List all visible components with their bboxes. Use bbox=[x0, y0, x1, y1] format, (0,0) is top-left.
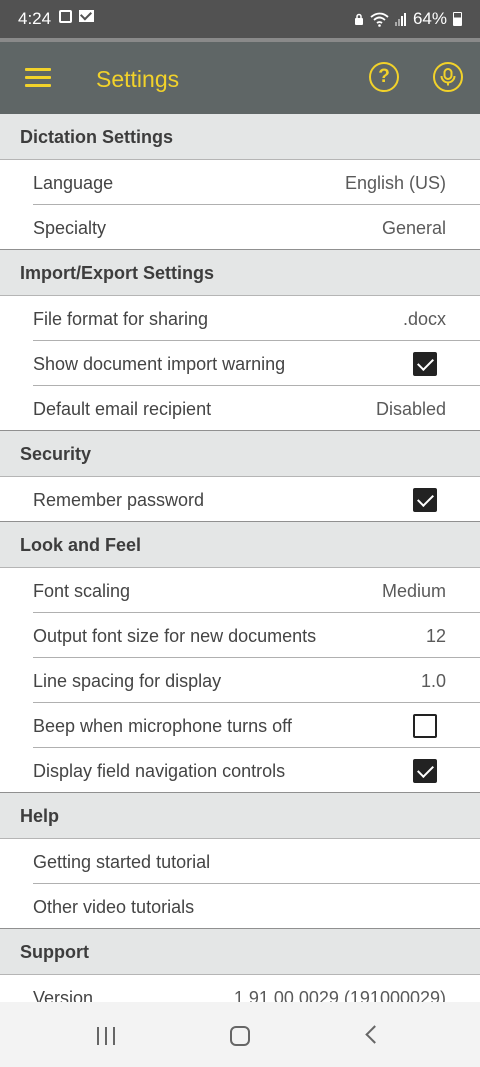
settings-row[interactable]: Other video tutorials bbox=[0, 884, 480, 929]
settings-row[interactable]: Output font size for new documents 12 bbox=[0, 613, 480, 658]
system-icons: 64% bbox=[354, 9, 462, 29]
section-header: Look and Feel bbox=[0, 522, 480, 568]
signal-icon bbox=[394, 13, 406, 26]
section-header: Support bbox=[0, 929, 480, 975]
settings-row[interactable]: Specialty General bbox=[0, 205, 480, 250]
divider bbox=[0, 430, 480, 431]
section-header: Help bbox=[0, 793, 480, 839]
settings-row-label: Language bbox=[33, 173, 114, 193]
settings-row-label: File format for sharing bbox=[33, 309, 209, 329]
settings-row-label: Font scaling bbox=[33, 581, 131, 601]
settings-row-label: Getting started tutorial bbox=[33, 852, 211, 872]
settings-row-value: General bbox=[381, 218, 446, 238]
settings-row-value: English (US) bbox=[344, 173, 446, 193]
settings-row-value: Disabled bbox=[375, 399, 446, 419]
settings-row-label: Remember password bbox=[33, 490, 205, 510]
settings-checkbox[interactable] bbox=[413, 759, 437, 783]
status-time: 4:24 bbox=[18, 9, 52, 28]
settings-row[interactable]: Line spacing for display 1.0 bbox=[0, 658, 480, 703]
wifi-icon bbox=[370, 12, 389, 27]
help-icon[interactable]: ? bbox=[369, 62, 399, 92]
settings-row-label: Line spacing for display bbox=[33, 671, 222, 691]
settings-row-label: Output font size for new documents bbox=[33, 626, 317, 646]
navigation-bar bbox=[0, 1002, 480, 1067]
lock-icon bbox=[354, 13, 363, 25]
app-bar: Settings ? bbox=[0, 38, 480, 114]
menu-icon[interactable] bbox=[25, 68, 51, 88]
settings-row[interactable]: Default email recipient Disabled bbox=[0, 386, 480, 431]
divider bbox=[0, 521, 480, 522]
settings-row-label: Show document import warning bbox=[33, 354, 286, 374]
settings-row[interactable]: Font scaling Medium bbox=[0, 568, 480, 613]
image-icon bbox=[59, 10, 72, 23]
settings-row-value: 1.0 bbox=[420, 671, 446, 691]
battery-percentage: 64% bbox=[412, 9, 447, 28]
settings-row-value: 12 bbox=[425, 626, 446, 646]
settings-checkbox[interactable] bbox=[413, 714, 437, 738]
settings-row[interactable]: Beep when microphone turns off bbox=[0, 703, 480, 748]
settings-row-label: Specialty bbox=[33, 218, 107, 238]
settings-row[interactable]: Language English (US) bbox=[0, 160, 480, 205]
settings-row-label: Display field navigation controls bbox=[33, 761, 286, 781]
status-bar: 4:24 64% bbox=[0, 0, 480, 38]
settings-checkbox[interactable] bbox=[413, 488, 437, 512]
settings-row[interactable]: File format for sharing .docx bbox=[0, 296, 480, 341]
microphone-icon[interactable] bbox=[433, 62, 463, 92]
mail-icon bbox=[79, 10, 94, 22]
settings-row-label: Default email recipient bbox=[33, 399, 212, 419]
settings-checkbox[interactable] bbox=[413, 352, 437, 376]
section-header: Security bbox=[0, 431, 480, 477]
settings-row-value: .docx bbox=[402, 309, 446, 329]
section-header: Import/Export Settings bbox=[0, 250, 480, 296]
battery-icon bbox=[453, 12, 462, 26]
divider bbox=[0, 928, 480, 929]
settings-row[interactable]: Remember password bbox=[0, 477, 480, 522]
settings-row[interactable]: Show document import warning bbox=[0, 341, 480, 386]
settings-row-label: Beep when microphone turns off bbox=[33, 716, 292, 736]
recent-apps-icon[interactable] bbox=[97, 1027, 115, 1045]
page-title: Settings bbox=[96, 66, 180, 92]
back-icon[interactable] bbox=[365, 1025, 384, 1044]
divider bbox=[0, 249, 480, 250]
settings-row[interactable]: Display field navigation controls bbox=[0, 748, 480, 793]
home-icon[interactable] bbox=[230, 1026, 250, 1046]
notification-icons bbox=[59, 10, 94, 23]
section-header: Dictation Settings bbox=[0, 114, 480, 160]
settings-row[interactable]: Getting started tutorial bbox=[0, 839, 480, 884]
settings-row-label: Other video tutorials bbox=[33, 897, 195, 917]
divider bbox=[0, 792, 480, 793]
settings-row-value: Medium bbox=[381, 581, 446, 601]
settings-list: Dictation Settings Language English (US) Sp… bbox=[0, 114, 480, 1020]
